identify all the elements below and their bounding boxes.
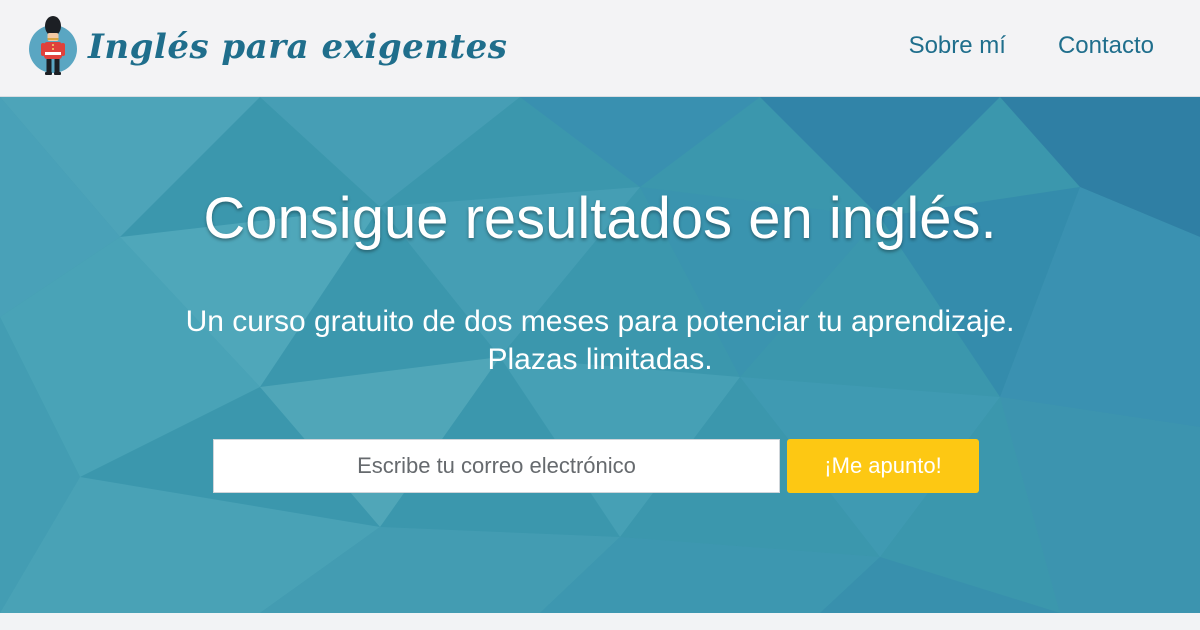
hero-subtitle-line-1: Un curso gratuito de dos meses para pote… — [185, 305, 1015, 338]
hero-subtitle-line-2: Plazas limitadas. — [487, 343, 713, 376]
site-header: Inglés para exigentes Sobre mí Contacto — [0, 0, 1200, 97]
hero-subtitle: Un curso gratuito de dos meses para pote… — [0, 303, 1200, 379]
home-logo-link[interactable]: Inglés para exigentes — [28, 16, 507, 78]
hero-title: Consigue resultados en inglés. — [203, 186, 997, 251]
hero-section: Consigue resultados en inglés. Un curso … — [0, 97, 1200, 613]
signup-form: ¡Me apunto! — [213, 439, 979, 493]
site-logo-text: Inglés para exigentes — [88, 27, 508, 67]
hero-content: Consigue resultados en inglés. Un curso … — [0, 97, 1200, 613]
royal-guard-icon — [29, 16, 77, 75]
main-nav: Sobre mí Contacto — [909, 32, 1154, 60]
footer-strip — [0, 613, 1200, 630]
signup-button[interactable]: ¡Me apunto! — [787, 439, 979, 493]
email-input[interactable] — [213, 439, 780, 493]
nav-link-sobre-mi[interactable]: Sobre mí — [909, 32, 1006, 60]
landing-page: Inglés para exigentes Sobre mí Contacto — [0, 0, 1200, 630]
nav-link-contacto[interactable]: Contacto — [1058, 32, 1154, 60]
